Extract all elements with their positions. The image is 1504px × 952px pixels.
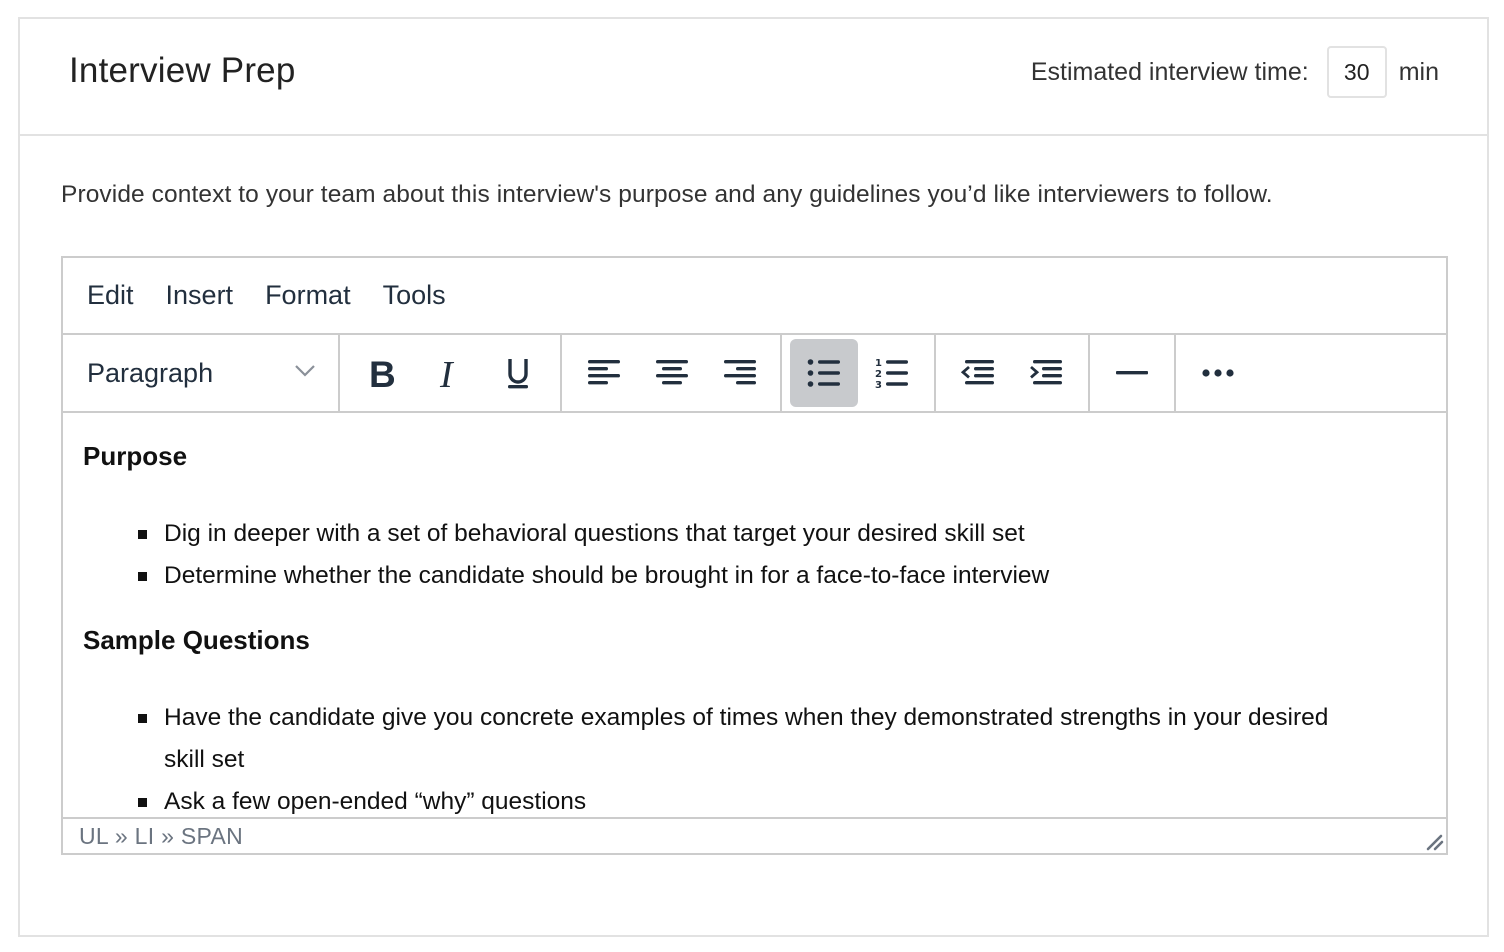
- toolbar-group-text-style: B I: [340, 335, 562, 411]
- toolbar-group-lists: 123: [782, 335, 936, 411]
- editor-content[interactable]: Purpose Dig in deeper with a set of beha…: [63, 413, 1446, 817]
- element-path[interactable]: UL » LI » SPAN: [79, 823, 243, 850]
- interview-time-input[interactable]: [1326, 46, 1387, 98]
- more-icon: [1201, 368, 1235, 378]
- svg-text:3: 3: [875, 380, 882, 389]
- toolbar-group-more: [1176, 335, 1258, 411]
- section-heading-purpose: Purpose: [83, 441, 188, 471]
- card-header: Interview Prep Estimated interview time:…: [20, 19, 1487, 136]
- align-center-button[interactable]: [638, 339, 706, 407]
- toolbar-group-indent: [936, 335, 1090, 411]
- list-item: Determine whether the candidate should b…: [138, 555, 1358, 597]
- bullet-list-icon: [807, 358, 841, 388]
- underline-icon: [505, 356, 531, 390]
- block-format-value: Paragraph: [87, 357, 214, 388]
- rich-text-editor: Edit Insert Format Tools Paragraph B I 1…: [61, 256, 1448, 855]
- editor-menubar: Edit Insert Format Tools: [63, 258, 1446, 335]
- list-item: Dig in deeper with a set of behavioral q…: [138, 513, 1358, 555]
- indent-button[interactable]: [1012, 339, 1080, 407]
- svg-text:I: I: [439, 356, 455, 390]
- indent-icon: [1029, 358, 1063, 388]
- interview-prep-card: Interview Prep Estimated interview time:…: [18, 17, 1489, 937]
- interview-time-label: Estimated interview time:: [1030, 57, 1309, 86]
- interview-time-unit: min: [1398, 57, 1439, 86]
- align-right-icon: [723, 358, 757, 388]
- purpose-list: Dig in deeper with a set of behavioral q…: [138, 513, 1426, 597]
- menu-tools[interactable]: Tools: [383, 280, 446, 311]
- toolbar-group-insert: [1090, 335, 1176, 411]
- chevron-down-icon: [294, 364, 316, 383]
- menu-insert[interactable]: Insert: [166, 280, 234, 311]
- horizontal-rule-icon: [1115, 368, 1149, 378]
- bold-button[interactable]: B: [348, 339, 416, 407]
- sample-questions-list: Have the candidate give you concrete exa…: [138, 697, 1426, 817]
- editor-statusbar: UL » LI » SPAN: [63, 817, 1446, 853]
- align-right-button[interactable]: [706, 339, 774, 407]
- outdent-icon: [961, 358, 995, 388]
- svg-text:1: 1: [875, 358, 882, 369]
- bullet-list-button[interactable]: [790, 339, 858, 407]
- menu-format[interactable]: Format: [265, 280, 351, 311]
- outdent-button[interactable]: [944, 339, 1012, 407]
- underline-button[interactable]: [484, 339, 552, 407]
- list-item: Have the candidate give you concrete exa…: [138, 697, 1358, 781]
- align-left-button[interactable]: [570, 339, 638, 407]
- interview-time-group: Estimated interview time: min: [1031, 46, 1439, 98]
- svg-text:B: B: [369, 356, 396, 390]
- block-format-select[interactable]: Paragraph: [63, 335, 340, 411]
- toolbar-group-align: [562, 335, 782, 411]
- editor-toolbar: Paragraph B I 1 2 3: [63, 335, 1446, 413]
- description-text: Provide context to your team about this …: [61, 181, 1273, 208]
- menu-edit[interactable]: Edit: [87, 280, 134, 311]
- resize-handle-icon[interactable]: [1424, 831, 1444, 851]
- bold-icon: B: [367, 356, 397, 390]
- align-center-icon: [655, 358, 689, 388]
- align-left-icon: [587, 358, 621, 388]
- list-item: Ask a few open-ended “why” questions: [138, 781, 1358, 817]
- numbered-list-icon: 123: [875, 357, 909, 389]
- horizontal-rule-button[interactable]: [1098, 339, 1166, 407]
- section-heading-sample-questions: Sample Questions: [83, 625, 310, 655]
- svg-text:2: 2: [875, 369, 882, 380]
- more-button[interactable]: [1184, 339, 1252, 407]
- numbered-list-button[interactable]: 123: [858, 339, 926, 407]
- italic-button[interactable]: I: [416, 339, 484, 407]
- italic-icon: I: [438, 356, 462, 390]
- page-title: Interview Prep: [69, 51, 296, 90]
